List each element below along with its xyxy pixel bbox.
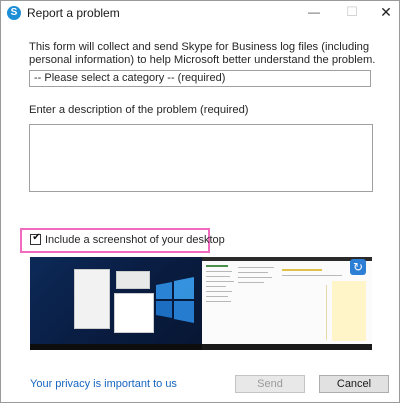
- preview-line: [206, 296, 228, 297]
- preview-line: [206, 276, 230, 277]
- preview-line: [206, 291, 232, 292]
- preview-line: [238, 277, 272, 278]
- preview-line: [282, 275, 342, 276]
- sync-icon: ↻: [350, 259, 366, 275]
- description-textarea[interactable]: [29, 124, 373, 192]
- preview-window-2: [114, 293, 154, 333]
- maximize-button: ☐: [346, 4, 358, 19]
- title-bar[interactable]: S Report a problem — ☐ ✕: [1, 1, 399, 25]
- skype-icon: S: [7, 6, 21, 20]
- preview-line: [238, 267, 274, 268]
- send-button[interactable]: Send: [235, 375, 305, 393]
- preview-line: [206, 286, 226, 287]
- preview-line: [238, 272, 268, 273]
- screenshot-checkbox[interactable]: ✔: [30, 232, 41, 245]
- category-select[interactable]: -- Please select a category -- (required…: [29, 70, 371, 87]
- preview-line: [238, 282, 264, 283]
- preview-taskbar-2: [202, 344, 372, 350]
- preview-app-bar: [202, 257, 372, 261]
- description-label: Enter a description of the problem (requ…: [29, 104, 249, 116]
- preview-window-3: [116, 271, 150, 289]
- preview-line: [326, 285, 327, 340]
- preview-taskbar-1: [30, 344, 202, 350]
- screenshot-checkbox-label[interactable]: Include a screenshot of your desktop: [45, 234, 225, 246]
- desktop-preview-monitor-2: ↻: [202, 257, 372, 350]
- preview-window-1: [74, 269, 110, 329]
- window-title: Report a problem: [27, 6, 120, 20]
- preview-line: [282, 269, 322, 271]
- close-button[interactable]: ✕: [369, 1, 400, 25]
- privacy-link[interactable]: Your privacy is important to us: [30, 378, 177, 390]
- report-problem-window: S Report a problem — ☐ ✕ This form will …: [0, 0, 400, 403]
- minimize-button[interactable]: —: [297, 1, 331, 25]
- preview-line: [332, 281, 366, 341]
- preview-line: [206, 271, 232, 272]
- intro-text: This form will collect and send Skype fo…: [29, 41, 376, 66]
- preview-line: [206, 265, 228, 267]
- windows-logo-icon: [156, 277, 194, 323]
- checkmark-icon: ✔: [32, 232, 41, 243]
- cancel-button[interactable]: Cancel: [319, 375, 389, 393]
- desktop-preview-monitor-1: [30, 257, 202, 350]
- desktop-screenshot-preview: ↻: [30, 257, 372, 350]
- preview-line: [206, 281, 234, 282]
- preview-line: [206, 301, 231, 302]
